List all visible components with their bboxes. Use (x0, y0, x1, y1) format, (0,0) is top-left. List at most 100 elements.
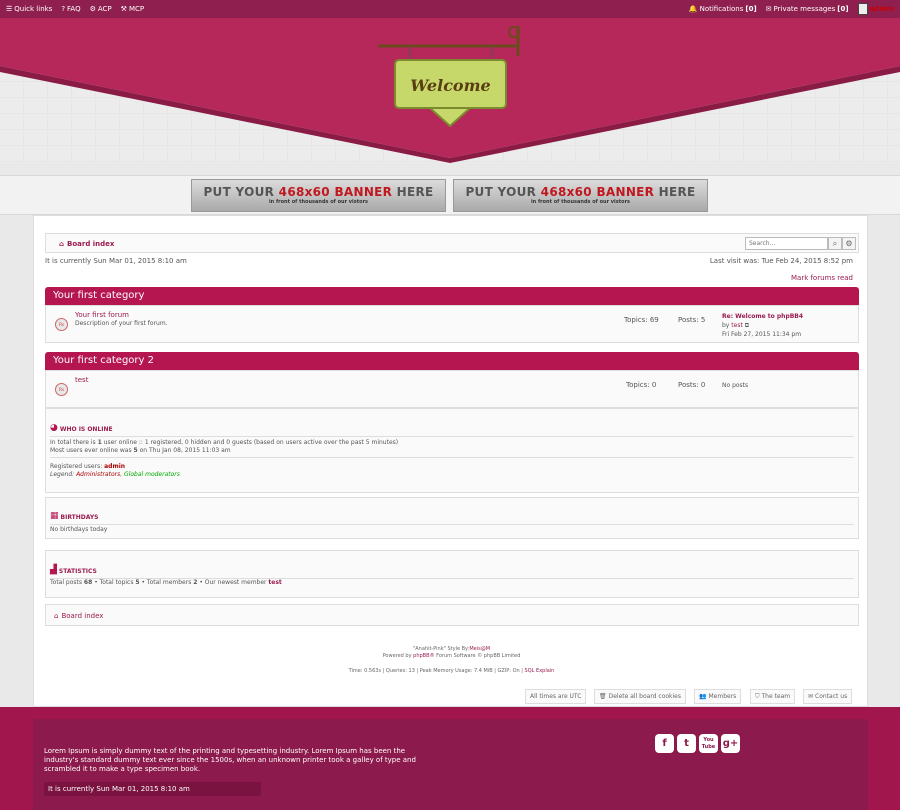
facebook-icon[interactable]: f (655, 734, 674, 753)
breadcrumb-board-index[interactable]: ⌂ Board index (59, 240, 114, 248)
social-links: f t You Tube g+ (655, 734, 740, 753)
search-box: ⌕ ⚙ (745, 237, 856, 250)
forum-read-icon: Rs (55, 383, 68, 396)
search-icon: ⌕ (832, 239, 838, 248)
administrators-link[interactable]: Administrators (76, 471, 120, 478)
cake-icon: ▦ (50, 511, 59, 521)
main-content: ⌂Board index ⌕ ⚙ It is currently Sun Mar… (33, 215, 868, 707)
forum-title-link[interactable]: Your first forum (75, 311, 129, 319)
banner-ad[interactable]: PUT YOUR 468x60 BANNER HERE in front of … (453, 179, 708, 212)
forum-topics-count: Topics: 0 (626, 381, 657, 389)
gears-icon: ⚙ (89, 5, 96, 13)
acp-link[interactable]: ⚙ ACP (90, 5, 112, 13)
team-link[interactable]: ⛉ The team (750, 689, 796, 704)
style-credit: "Anahit-Pink" Style By:Meis@M (412, 646, 491, 652)
header-banner: Welcome (0, 18, 900, 163)
gear-icon: ⚙ (845, 239, 853, 248)
pie-chart-icon: ◕ (50, 423, 58, 433)
forum-title-link[interactable]: test (75, 376, 88, 384)
registered-users: Registered users: admin (50, 463, 126, 470)
breadcrumb-board-index[interactable]: ⌂ Board index (54, 612, 103, 620)
google-plus-icon[interactable]: g+ (721, 734, 740, 753)
site-footer: Lorem Ipsum is simply dummy text of the … (0, 707, 900, 810)
shield-icon: ⛉ (755, 692, 760, 700)
quick-links-menu[interactable]: ☰ Quick links (6, 5, 52, 13)
timezone-label: All times are UTC (525, 689, 587, 704)
members-link[interactable]: 👥 Members (694, 689, 742, 704)
online-total: In total there is 1 user online :: 1 reg… (50, 439, 399, 446)
category-header[interactable]: Your first category (45, 287, 859, 305)
avatar (857, 3, 868, 15)
powered-by: Powered by phpBB® Forum Software © phpBB… (382, 653, 521, 659)
divider (50, 436, 854, 437)
footer-current-time: It is currently Sun Mar 01, 2015 8:10 am (44, 782, 261, 796)
top-navbar: ☰ Quick links ? FAQ ⚙ ACP ⚒ MCP 🔔 Notificatio… (0, 0, 900, 18)
who-is-online-panel: ◕ Who is online In total there is 1 user … (45, 408, 859, 493)
notifications-link[interactable]: 🔔 Notifications [0] (689, 5, 757, 13)
mcp-link[interactable]: ⚒ MCP (121, 5, 144, 13)
bar-chart-icon: ▟ (50, 565, 57, 575)
forum-row: Rs test Topics: 0 Posts: 0 No posts (45, 370, 859, 408)
home-icon: ⌂ (59, 240, 65, 248)
forum-row: Rs Your first forum Description of your … (45, 305, 859, 343)
trash-icon: 🗑 (599, 693, 607, 700)
birthdays-heading: ▦ Birthdays (50, 511, 99, 522)
banner-ad-bar: PUT YOUR 468x60 BANNER HERE in front of … (0, 175, 900, 215)
gavel-icon: ⚒ (120, 5, 127, 13)
forum-topics-count: Topics: 69 (624, 316, 659, 324)
current-time: It is currently Sun Mar 01, 2015 8:10 am (45, 257, 187, 265)
statistics-heading: ▟ Statistics (50, 565, 97, 576)
user-menu[interactable]: admin (857, 3, 894, 15)
navbar: ⌂Board index ⌕ ⚙ (45, 233, 859, 253)
divider (50, 457, 854, 458)
home-icon: ⌂ (54, 612, 59, 620)
inbox-icon: ✉ (765, 5, 772, 13)
global-moderators-link[interactable]: Global moderators (124, 471, 180, 478)
sql-explain-link[interactable]: SQL Explain (525, 668, 555, 674)
phpbb-link[interactable]: phpBB® (413, 653, 434, 659)
style-author-link[interactable]: Meis@M (469, 646, 490, 652)
forum-read-icon: Rs (55, 318, 68, 331)
last-post: Re: Welcome to phpBB4 by test ⧉ Fri Feb … (722, 312, 804, 338)
forum-posts-count: Posts: 0 (678, 381, 706, 389)
delete-cookies-link[interactable]: 🗑 Delete all board cookies (594, 689, 686, 704)
youtube-icon[interactable]: You Tube (699, 734, 718, 753)
statistics-panel: ▟ Statistics Total posts 68 • Total topic… (45, 550, 859, 598)
question-icon: ? (61, 5, 66, 13)
private-messages-link[interactable]: ✉ Private messages [0] (766, 5, 849, 13)
banner-ad[interactable]: PUT YOUR 468x60 BANNER HERE in front of … (191, 179, 446, 212)
welcome-sign: Welcome (410, 76, 491, 95)
statistics-text: Total posts 68 • Total topics 5 • Total … (50, 579, 282, 586)
faq-link[interactable]: ? FAQ (61, 5, 80, 13)
twitter-icon[interactable]: t (677, 734, 696, 753)
divider (50, 524, 854, 525)
newest-member-link[interactable]: test (268, 579, 281, 586)
last-visit: Last visit was: Tue Feb 24, 2015 8:52 pm (709, 257, 853, 265)
last-post-author-link[interactable]: test (731, 322, 743, 329)
birthdays-text: No birthdays today (50, 526, 108, 533)
category-header[interactable]: Your first category 2 (45, 352, 859, 370)
footer-about-text: Lorem Ipsum is simply dummy text of the … (44, 747, 416, 773)
bell-icon: 🔔 (688, 5, 698, 13)
who-is-online-heading: ◕ Who is online (50, 423, 113, 434)
bottom-navbar: ⌂ Board index (45, 604, 859, 626)
last-post-title-link[interactable]: Re: Welcome to phpBB4 (722, 312, 803, 321)
search-button[interactable]: ⌕ (828, 237, 842, 250)
legend: Legend: Administrators, Global moderator… (50, 471, 180, 478)
last-post: No posts (722, 382, 749, 389)
forum-description: Description of your first forum. (75, 320, 168, 327)
mark-forums-read-link[interactable]: Mark forums read (791, 274, 853, 282)
envelope-icon: ✉ (808, 693, 814, 700)
advanced-search-button[interactable]: ⚙ (842, 237, 856, 250)
footer-inner: Lorem Ipsum is simply dummy text of the … (33, 719, 868, 810)
birthdays-panel: ▦ Birthdays No birthdays today (45, 497, 859, 539)
menu-icon: ☰ (6, 5, 13, 13)
debug-info: Time: 0.563s | Queries: 13 | Peak Memory… (348, 668, 555, 674)
online-user-link[interactable]: admin (104, 463, 125, 470)
view-latest-post-icon[interactable]: ⧉ (745, 322, 749, 329)
search-input[interactable] (745, 237, 828, 250)
forum-posts-count: Posts: 5 (678, 316, 706, 324)
users-icon: 👥 (699, 693, 707, 700)
contact-us-link[interactable]: ✉ Contact us (803, 689, 853, 704)
online-record: Most users ever online was 5 on Thu Jan … (50, 447, 231, 454)
